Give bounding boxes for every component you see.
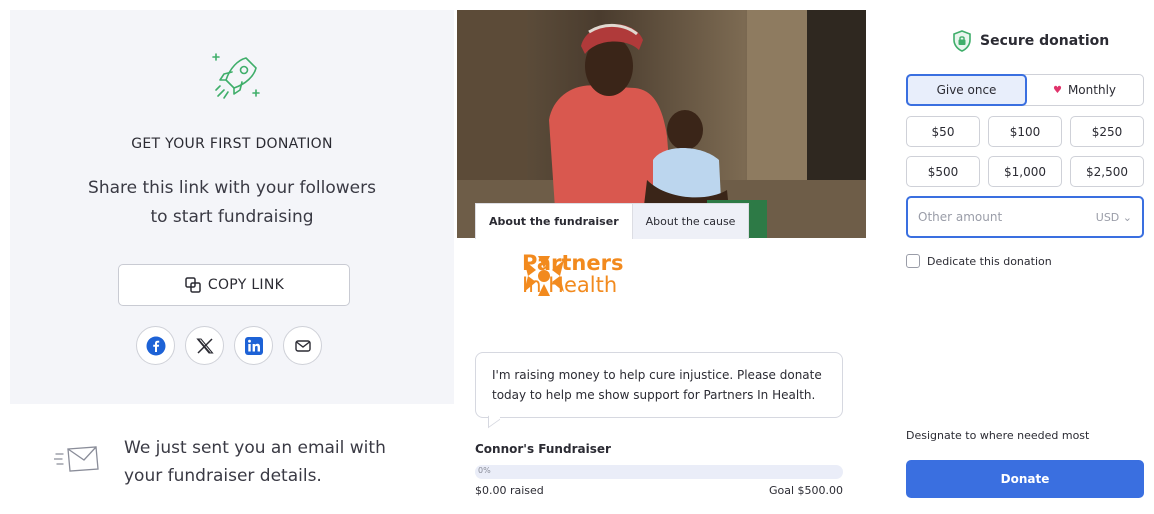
email-notice-text: We just sent you an email with your fund…	[124, 434, 424, 490]
copy-link-label: COPY LINK	[207, 277, 285, 293]
amount-option[interactable]: $500	[906, 156, 980, 187]
heart-icon: ♥	[1052, 84, 1062, 96]
monthly-option[interactable]: ♥ Monthly	[1026, 75, 1143, 105]
designation-text: Designate to where needed most	[906, 429, 1090, 442]
progress-percent: 0%	[478, 466, 491, 475]
facebook-icon	[146, 336, 165, 355]
fundraiser-title: Connor's Fundraiser	[475, 442, 611, 456]
amount-option[interactable]: $2,500	[1070, 156, 1144, 187]
amount-option[interactable]: $50	[906, 116, 980, 147]
amount-options: $50 $100 $250 $500 $1,000 $2,500	[906, 116, 1144, 187]
amount-option[interactable]: $250	[1070, 116, 1144, 147]
x-share-button[interactable]	[185, 326, 224, 365]
fundraiser-tabs: About the fundraiser About the cause	[475, 203, 750, 239]
currency-select[interactable]: USD ⌄	[1096, 211, 1132, 224]
shield-lock-icon	[953, 30, 971, 52]
facebook-share-button[interactable]	[136, 326, 175, 365]
other-amount-input[interactable]	[918, 210, 1096, 224]
give-once-label: Give once	[936, 83, 997, 97]
frequency-toggle: Give once ♥ Monthly	[906, 74, 1144, 106]
share-subtitle-line2: to start fundraising	[150, 207, 314, 227]
monthly-label: Monthly	[1067, 83, 1116, 97]
copy-link-button[interactable]: COPY LINK	[118, 264, 350, 306]
amount-raised: $0.00 raised	[475, 484, 544, 497]
copy-icon	[185, 277, 201, 293]
fundraiser-message: I'm raising money to help cure injustice…	[475, 352, 843, 418]
chevron-down-icon: ⌄	[1119, 210, 1132, 224]
email-notice-line2: your fundraiser details.	[124, 466, 322, 486]
tab-about-fundraiser[interactable]: About the fundraiser	[475, 203, 632, 239]
org-name-line2: In Health	[522, 273, 618, 297]
org-name: Partners In Health	[522, 252, 623, 296]
tab-about-cause[interactable]: About the cause	[631, 203, 750, 239]
give-once-option[interactable]: Give once	[906, 74, 1027, 106]
secure-donation-header: Secure donation	[952, 30, 1109, 52]
currency-label: USD	[1095, 210, 1120, 224]
share-panel: GET YOUR FIRST DONATION Share this link …	[10, 10, 454, 404]
linkedin-share-button[interactable]	[234, 326, 273, 365]
email-notice-line1: We just sent you an email with	[124, 438, 386, 458]
page-root: GET YOUR FIRST DONATION Share this link …	[0, 0, 1154, 514]
donate-button[interactable]: Donate	[906, 460, 1144, 498]
mail-icon	[294, 339, 311, 352]
email-notice: We just sent you an email with your fund…	[10, 406, 454, 514]
dedicate-label: Dedicate this donation	[927, 254, 1052, 268]
secure-donation-title: Secure donation	[980, 33, 1110, 49]
amount-option[interactable]: $100	[988, 116, 1062, 147]
other-amount-field: USD ⌄	[906, 196, 1144, 238]
social-share-row	[136, 326, 322, 365]
amount-option[interactable]: $1,000	[988, 156, 1062, 187]
linkedin-icon	[244, 336, 263, 355]
progress-bar	[475, 465, 843, 479]
share-subtitle-line1: Share this link with your followers	[88, 178, 376, 198]
email-share-button[interactable]	[283, 326, 322, 365]
dedicate-checkbox[interactable]	[906, 254, 920, 268]
org-name-line1: Partners	[522, 251, 624, 275]
sent-email-icon	[54, 446, 99, 472]
x-icon	[195, 337, 214, 354]
rocket-icon	[212, 53, 260, 99]
fundraiser-goal: Goal $500.00	[768, 484, 843, 497]
share-subtitle: Share this link with your followers to s…	[10, 174, 454, 232]
dedicate-row: Dedicate this donation	[906, 254, 1052, 268]
share-heading: GET YOUR FIRST DONATION	[131, 136, 333, 152]
